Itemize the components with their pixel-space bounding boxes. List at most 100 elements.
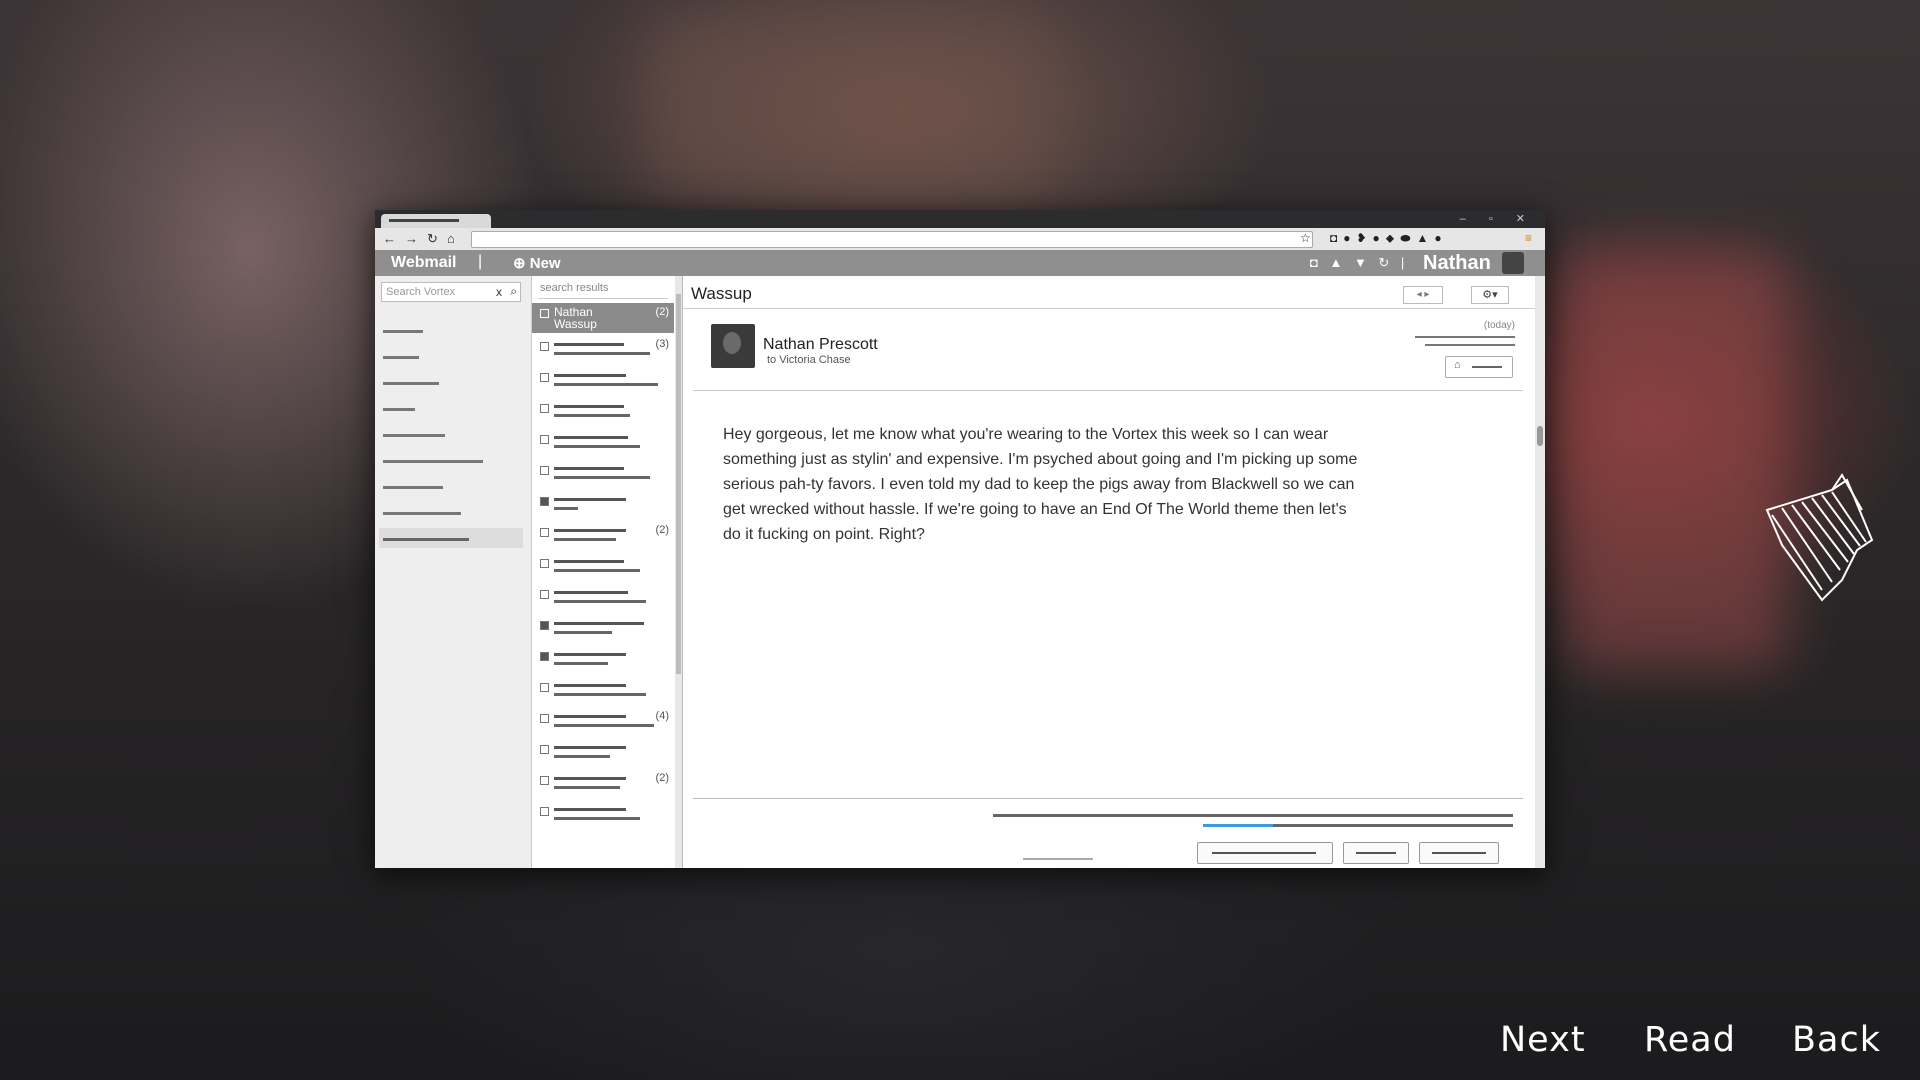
forward-arrow-icon[interactable]: → — [405, 231, 418, 246]
list-header: search results — [540, 282, 609, 294]
list-item-sender: Nathan Wassup — [554, 305, 597, 331]
checkbox[interactable] — [540, 497, 549, 506]
hand-cursor-icon — [1765, 473, 1874, 602]
list-item[interactable] — [532, 679, 674, 709]
reply-button[interactable]: ⌂ — [1445, 356, 1513, 378]
menu-icon[interactable]: ≡ — [1525, 231, 1532, 245]
extension-icons[interactable]: ◘●❥●⬥⬬▲● — [1330, 231, 1448, 246]
address-bar[interactable] — [471, 231, 1313, 248]
footer-text — [993, 814, 1513, 817]
list-item-count: (2) — [655, 306, 669, 318]
checkbox[interactable] — [540, 714, 549, 723]
checkbox[interactable] — [540, 373, 549, 382]
message-date: (today) — [1483, 320, 1515, 331]
reload-icon[interactable]: ↻ — [427, 231, 438, 247]
user-name[interactable]: Nathan — [1423, 252, 1491, 275]
browser-tab[interactable] — [381, 214, 491, 228]
footer-button-forward[interactable] — [1197, 842, 1333, 864]
list-item[interactable] — [532, 431, 674, 461]
list-item-count: (3) — [655, 338, 669, 350]
list-item[interactable]: (3) — [532, 338, 674, 368]
checkbox[interactable] — [540, 776, 549, 785]
clear-search-icon[interactable]: x — [496, 285, 502, 299]
list-scrollbar[interactable] — [675, 276, 682, 868]
search-icon[interactable]: ⌕ — [510, 284, 517, 299]
prev-next-arrows[interactable]: ◂ ▸ — [1403, 286, 1443, 304]
webmail-logo[interactable]: Webmail — [391, 254, 457, 272]
sidebar-item[interactable] — [383, 512, 461, 515]
folder-sidebar: Search Vortex x ⌕ — [375, 276, 532, 868]
list-item[interactable] — [532, 555, 674, 585]
next-button[interactable]: Next — [1500, 1020, 1586, 1060]
back-button[interactable]: Back — [1792, 1020, 1881, 1060]
divider — [693, 798, 1523, 799]
background-blur-red — [1560, 250, 1790, 670]
list-item[interactable] — [532, 400, 674, 430]
sidebar-item[interactable] — [383, 434, 445, 437]
list-item[interactable] — [532, 462, 674, 492]
checkbox[interactable] — [540, 652, 549, 661]
gear-icon[interactable]: ⚙▾ — [1471, 286, 1509, 304]
search-input[interactable]: Search Vortex x ⌕ — [381, 282, 521, 302]
star-icon[interactable]: ☆ — [1300, 231, 1311, 245]
search-placeholder: Search Vortex — [386, 286, 456, 298]
list-item-count: (2) — [655, 772, 669, 784]
checkbox[interactable] — [540, 621, 549, 630]
app-toolbar-icons[interactable]: ◘ ▲ ▼ ↻ | — [1310, 255, 1408, 271]
list-item[interactable] — [532, 648, 674, 678]
footer-button-reply[interactable] — [1343, 842, 1409, 864]
list-item[interactable] — [532, 493, 674, 523]
divider — [683, 308, 1535, 309]
footer-button-more[interactable] — [1419, 842, 1499, 864]
list-item[interactable] — [532, 369, 674, 399]
checkbox[interactable] — [540, 745, 549, 754]
user-avatar[interactable] — [1502, 252, 1524, 274]
list-item[interactable] — [532, 586, 674, 616]
list-item-selected[interactable]: Nathan Wassup (2) — [532, 303, 674, 333]
read-button[interactable]: Read — [1644, 1020, 1736, 1060]
title-bar: – ▫ ✕ — [375, 210, 1545, 228]
list-item[interactable]: (2) — [532, 772, 674, 802]
checkbox[interactable] — [540, 807, 549, 816]
meta-text — [1415, 336, 1515, 338]
sender-name[interactable]: Nathan Prescott — [763, 336, 878, 354]
home-icon[interactable]: ⌂ — [447, 231, 455, 246]
new-message-button[interactable]: ⊕ New — [513, 254, 561, 272]
checkbox[interactable] — [540, 528, 549, 537]
footer-link[interactable] — [1203, 824, 1273, 827]
list-item[interactable]: (4) — [532, 710, 674, 740]
checkbox[interactable] — [540, 404, 549, 413]
back-arrow-icon[interactable]: ← — [383, 231, 396, 246]
checkbox[interactable] — [540, 590, 549, 599]
checkbox[interactable] — [540, 683, 549, 692]
sidebar-item[interactable] — [383, 538, 469, 541]
reader-scrollbar[interactable] — [1535, 276, 1545, 868]
message-subject: Wassup — [691, 284, 752, 303]
sidebar-item[interactable] — [383, 356, 419, 359]
scrollbar-thumb[interactable] — [676, 294, 681, 674]
window-controls[interactable]: – ▫ ✕ — [1460, 212, 1535, 225]
browser-nav-bar: ← → ↻ ⌂ ☆ ◘●❥●⬥⬬▲● ≡ — [375, 228, 1545, 251]
sidebar-item[interactable] — [383, 486, 443, 489]
list-item[interactable] — [532, 803, 674, 833]
reading-pane: Wassup ◂ ▸ ⚙▾ Nathan Prescott to Victori… — [683, 276, 1535, 868]
list-item[interactable] — [532, 617, 674, 647]
sidebar-item[interactable] — [383, 330, 423, 333]
divider — [538, 298, 668, 299]
list-item[interactable]: (2) — [532, 524, 674, 554]
scrollbar-thumb[interactable] — [1537, 426, 1543, 446]
checkbox[interactable] — [540, 309, 549, 318]
checkbox[interactable] — [540, 435, 549, 444]
sender-avatar[interactable] — [711, 324, 755, 368]
meta-text — [1425, 344, 1515, 346]
checkbox[interactable] — [540, 466, 549, 475]
sidebar-item[interactable] — [383, 460, 483, 463]
checkbox[interactable] — [540, 342, 549, 351]
sidebar-item[interactable] — [383, 382, 439, 385]
list-item-count: (2) — [655, 524, 669, 536]
list-item-count: (4) — [655, 710, 669, 722]
list-item[interactable] — [532, 741, 674, 771]
browser-window: – ▫ ✕ ← → ↻ ⌂ ☆ ◘●❥●⬥⬬▲● ≡ Webmail | ⊕ N… — [375, 210, 1545, 868]
sidebar-item[interactable] — [383, 408, 415, 411]
checkbox[interactable] — [540, 559, 549, 568]
